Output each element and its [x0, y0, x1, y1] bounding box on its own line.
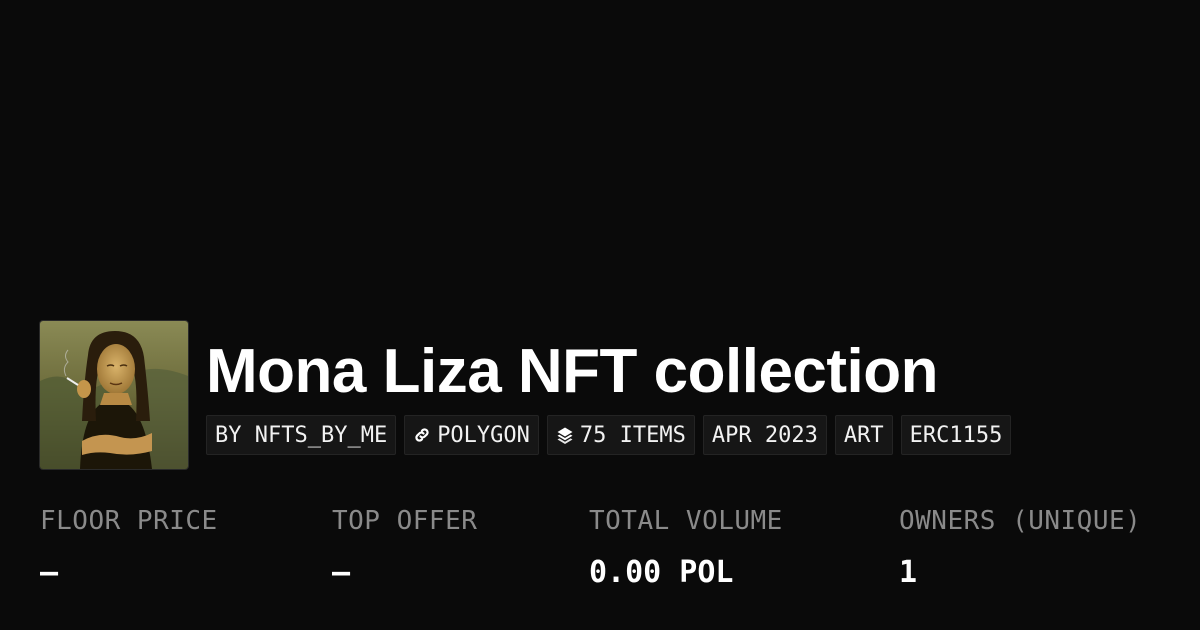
collection-tags: BY NFTS_BY_ME POLYGON 75 ITEMS APR 2023 … — [206, 415, 1012, 455]
stat-owners: OWNERS (UNIQUE) 1 — [899, 503, 1141, 591]
date-tag-label: APR 2023 — [711, 422, 818, 448]
stat-value: – — [40, 555, 59, 590]
chain-tag[interactable]: POLYGON — [404, 415, 539, 455]
standard-tag-label: ERC1155 — [909, 422, 1003, 448]
stat-value: 0.00 POL — [589, 555, 734, 590]
stat-floor-price: FLOOR PRICE – — [40, 503, 218, 591]
stat-value: – — [332, 555, 351, 590]
chain-tag-label: POLYGON — [437, 422, 530, 448]
category-tag-label: ART — [843, 422, 884, 448]
items-tag[interactable]: 75 ITEMS — [546, 415, 695, 455]
date-tag: APR 2023 — [702, 415, 827, 455]
items-tag-label: 75 ITEMS — [579, 422, 686, 448]
category-tag[interactable]: ART — [834, 415, 893, 455]
stat-total-volume: TOTAL VOLUME 0.00 POL — [589, 503, 783, 591]
stat-label: FLOOR PRICE — [40, 506, 218, 536]
creator-tag-label: BY NFTS_BY_ME — [215, 422, 388, 448]
standard-tag: ERC1155 — [900, 415, 1012, 455]
collection-card: Mona Liza NFT collection BY NFTS_BY_ME P… — [0, 0, 1200, 630]
creator-tag[interactable]: BY NFTS_BY_ME — [206, 415, 397, 455]
layers-icon — [556, 426, 574, 444]
link-icon — [413, 426, 431, 444]
stat-top-offer: TOP OFFER – — [332, 503, 477, 591]
stat-label: TOP OFFER — [332, 506, 478, 536]
collection-avatar — [40, 321, 188, 469]
stat-label: OWNERS (UNIQUE) — [899, 506, 1142, 536]
mona-lisa-portrait-icon — [40, 321, 188, 469]
collection-title: Mona Liza NFT collection — [206, 337, 939, 406]
stat-value: 1 — [899, 555, 918, 590]
stat-label: TOTAL VOLUME — [589, 506, 783, 536]
